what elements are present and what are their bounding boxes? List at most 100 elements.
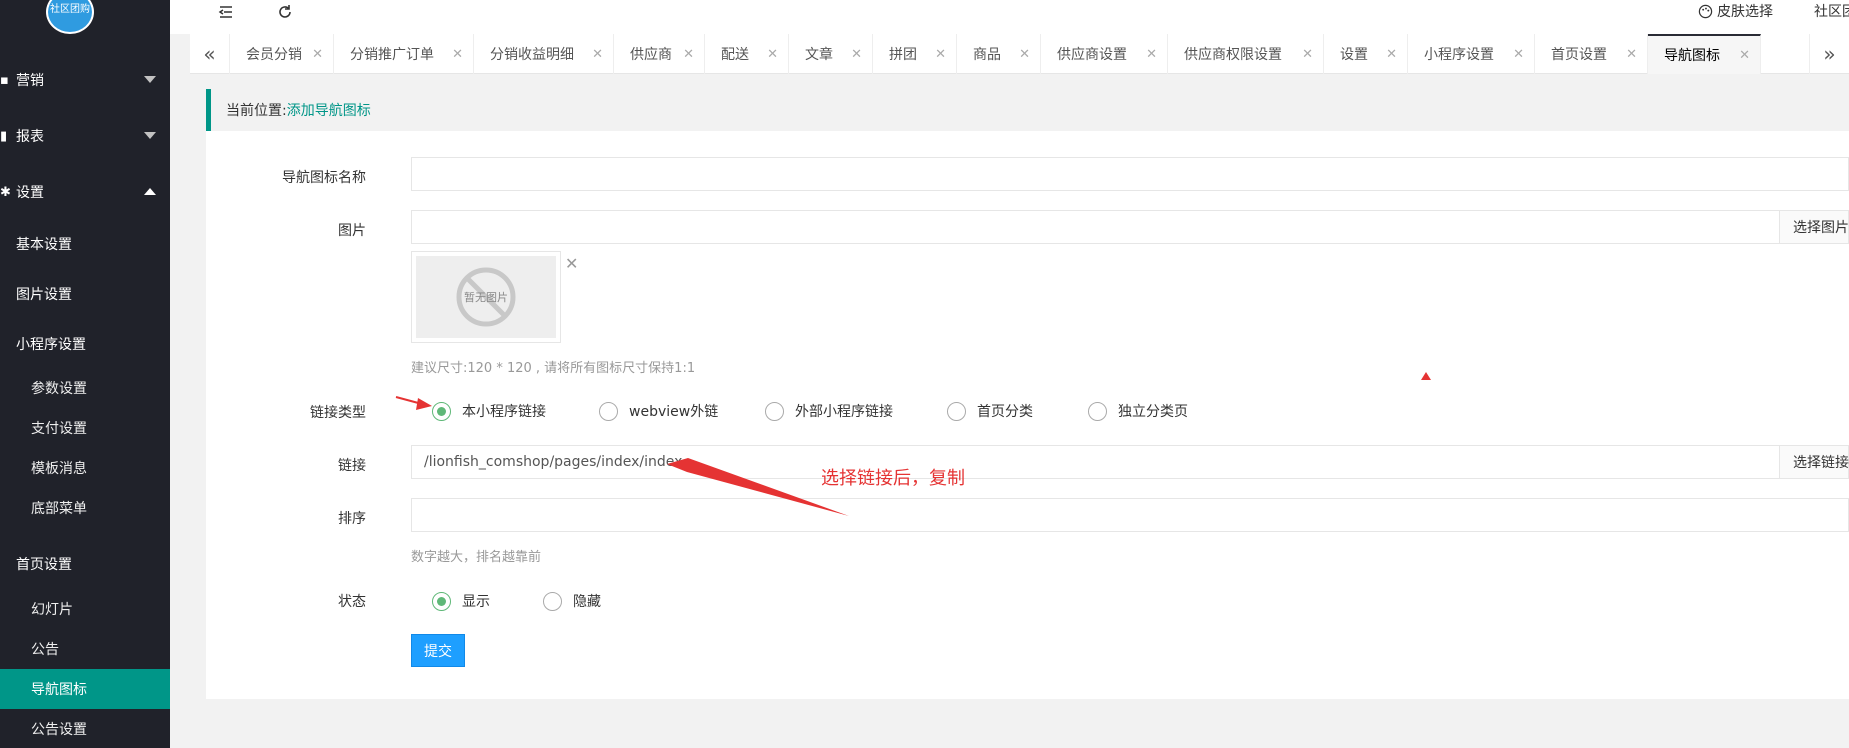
- tab-article[interactable]: 文章 ✕: [789, 34, 873, 74]
- radio-status-show[interactable]: 显示: [432, 591, 490, 611]
- sidebar-menu-settings[interactable]: ✱ 设置: [0, 164, 170, 220]
- radio-circle: [765, 401, 784, 421]
- gear-icon: ✱: [0, 184, 11, 200]
- close-icon[interactable]: ✕: [767, 47, 778, 62]
- sidebar-item-label: 模板消息: [31, 461, 87, 477]
- tab-bar: « 会员分销 ✕ 分销推广订单 ✕ 分销收益明细 ✕ 供应商 ✕ 配送 ✕ 文章 ✕ 拼团 ✕…: [190, 34, 1849, 74]
- tab-label: 首页设置: [1551, 47, 1607, 63]
- skin-select-button[interactable]: 皮肤选择: [1698, 1, 1773, 21]
- breadcrumb-current[interactable]: 添加导航图标: [287, 100, 371, 120]
- tab-nav-icon[interactable]: 导航图标 ✕: [1648, 34, 1761, 74]
- close-icon[interactable]: ✕: [1386, 47, 1397, 62]
- close-icon[interactable]: ✕: [1019, 47, 1030, 62]
- close-icon[interactable]: ✕: [851, 47, 862, 62]
- double-chevron-left-icon: «: [203, 42, 216, 66]
- close-icon[interactable]: ✕: [312, 47, 323, 62]
- image-size-hint: 建议尺寸:120 * 120 , 请将所有图标尺寸保持1:1: [411, 361, 696, 376]
- radio-circle: [432, 401, 451, 421]
- remove-image-icon[interactable]: ✕: [565, 254, 578, 273]
- tab-miniprogram-settings[interactable]: 小程序设置 ✕: [1408, 34, 1535, 74]
- no-image-text: 暂无图片: [464, 291, 508, 304]
- tab-supplier[interactable]: 供应商 ✕: [614, 34, 705, 74]
- tab-label: 配送: [721, 47, 749, 63]
- radio-label: 本小程序链接: [462, 404, 546, 420]
- marketing-icon: ▪: [0, 72, 9, 88]
- radio-external-miniprogram-link[interactable]: 外部小程序链接: [765, 401, 893, 421]
- sort-input[interactable]: [411, 498, 1849, 532]
- menu-collapse-button[interactable]: [218, 0, 234, 24]
- tab-distribution-income[interactable]: 分销收益明细 ✕: [474, 34, 614, 74]
- radio-miniprogram-link[interactable]: 本小程序链接: [432, 401, 546, 421]
- name-input[interactable]: [411, 157, 1849, 191]
- close-icon[interactable]: ✕: [1739, 48, 1750, 63]
- sidebar-item-miniprogram-settings[interactable]: 小程序设置: [0, 324, 170, 364]
- sidebar-item-label: 参数设置: [31, 381, 87, 397]
- tab-supplier-permission[interactable]: 供应商权限设置 ✕: [1168, 34, 1324, 74]
- tab-label: 会员分销: [246, 47, 302, 63]
- image-label: 图片: [338, 223, 366, 239]
- tab-group-buy[interactable]: 拼团 ✕: [873, 34, 957, 74]
- tab-distribution-orders[interactable]: 分销推广订单 ✕: [334, 34, 474, 74]
- sidebar-menu-label: 营销: [16, 73, 44, 89]
- tab-member-distribution[interactable]: 会员分销 ✕: [230, 34, 334, 74]
- radio-status-hide[interactable]: 隐藏: [543, 591, 601, 611]
- sidebar-item-label: 公告设置: [31, 722, 87, 738]
- tab-settings[interactable]: 设置 ✕: [1324, 34, 1408, 74]
- report-icon: ▮: [0, 128, 8, 144]
- sidebar-item-label: 小程序设置: [16, 337, 86, 353]
- refresh-icon: [279, 5, 291, 18]
- close-icon[interactable]: ✕: [935, 47, 946, 62]
- sidebar-item-notice[interactable]: 公告: [0, 629, 170, 669]
- link-input[interactable]: /lionfish_comshop/pages/index/index: [411, 445, 1780, 479]
- radio-standalone-category-page[interactable]: 独立分类页: [1088, 401, 1188, 421]
- sidebar-item-bottom-menu[interactable]: 底部菜单: [0, 488, 170, 528]
- tab-scroll-right-button[interactable]: »: [1809, 34, 1849, 74]
- sidebar-item-slideshow[interactable]: 幻灯片: [0, 589, 170, 629]
- submit-button[interactable]: 提交: [411, 634, 465, 667]
- sidebar-item-image-settings[interactable]: 图片设置: [0, 274, 170, 314]
- tab-label: 供应商设置: [1057, 47, 1127, 63]
- image-input[interactable]: [411, 210, 1780, 244]
- radio-homepage-category[interactable]: 首页分类: [947, 401, 1033, 421]
- tab-scroll-left-button[interactable]: «: [190, 34, 230, 74]
- refresh-button[interactable]: [277, 0, 293, 24]
- sidebar-item-label: 公告: [31, 642, 59, 658]
- sidebar-item-nav-icon[interactable]: 导航图标: [0, 669, 170, 709]
- tab-supplier-settings[interactable]: 供应商设置 ✕: [1041, 34, 1168, 74]
- close-icon[interactable]: ✕: [1302, 47, 1313, 62]
- link-label: 链接: [338, 458, 366, 474]
- sidebar-item-param-settings[interactable]: 参数设置: [0, 368, 170, 408]
- sidebar-item-payment-settings[interactable]: 支付设置: [0, 408, 170, 448]
- select-image-button[interactable]: 选择图片: [1779, 210, 1849, 244]
- sidebar-item-homepage-settings[interactable]: 首页设置: [0, 544, 170, 584]
- caret-up-icon: [144, 188, 156, 195]
- palette-icon: [1698, 4, 1713, 18]
- sidebar-item-label: 幻灯片: [31, 602, 73, 618]
- sidebar-item-notice-settings[interactable]: 公告设置: [0, 709, 170, 748]
- close-icon[interactable]: ✕: [683, 47, 694, 62]
- radio-webview-link[interactable]: webview外链: [599, 401, 718, 421]
- sidebar-item-basic-settings[interactable]: 基本设置: [0, 224, 170, 264]
- close-icon[interactable]: ✕: [1146, 47, 1157, 62]
- sidebar-item-template-message[interactable]: 模板消息: [0, 448, 170, 488]
- status-label: 状态: [338, 594, 366, 610]
- radio-label: 外部小程序链接: [795, 404, 893, 420]
- tab-goods[interactable]: 商品 ✕: [957, 34, 1041, 74]
- close-icon[interactable]: ✕: [592, 47, 603, 62]
- breadcrumb-prefix: 当前位置:: [226, 103, 287, 119]
- tab-delivery[interactable]: 配送 ✕: [705, 34, 789, 74]
- user-menu[interactable]: 社区团: [1814, 1, 1849, 21]
- caret-down-icon: [144, 76, 156, 83]
- tab-homepage-settings[interactable]: 首页设置 ✕: [1535, 34, 1648, 74]
- tab-label: 设置: [1340, 47, 1368, 63]
- close-icon[interactable]: ✕: [1513, 47, 1524, 62]
- close-icon[interactable]: ✕: [452, 47, 463, 62]
- sidebar-item-label: 底部菜单: [31, 501, 87, 517]
- select-link-button[interactable]: 选择链接: [1779, 445, 1849, 479]
- radio-circle: [599, 401, 618, 421]
- sidebar-menu-report[interactable]: ▮ 报表: [0, 108, 170, 164]
- name-label: 导航图标名称: [282, 170, 366, 186]
- sidebar-menu-marketing[interactable]: ▪ 营销: [0, 52, 170, 108]
- close-icon[interactable]: ✕: [1626, 47, 1637, 62]
- sidebar-item-label: 导航图标: [31, 682, 87, 698]
